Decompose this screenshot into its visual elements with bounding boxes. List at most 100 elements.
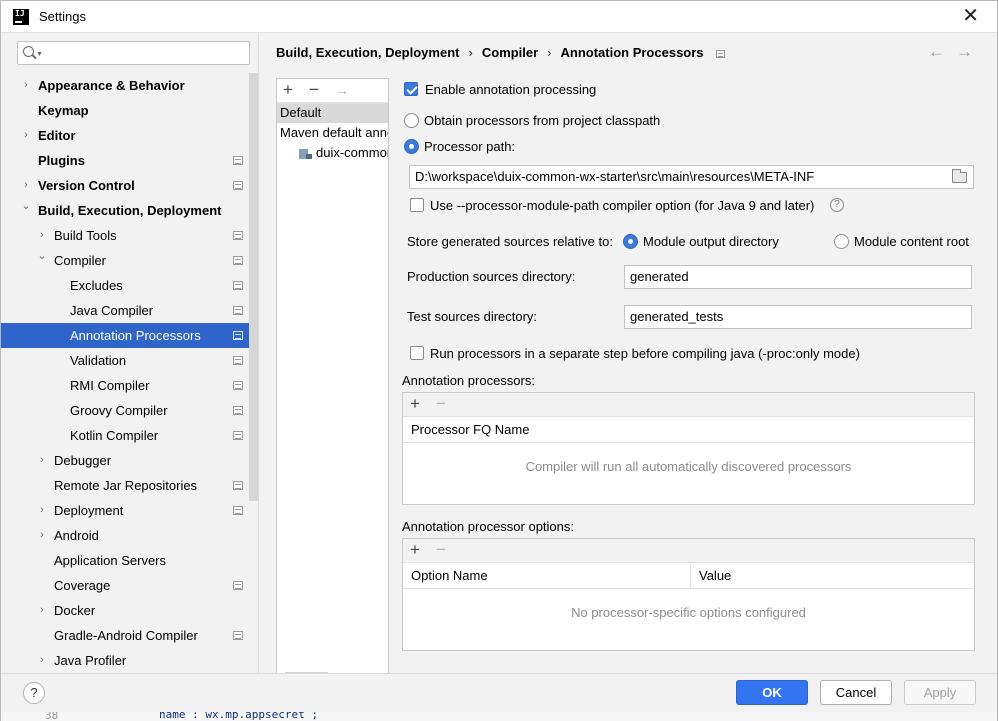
search-history-dropdown-icon[interactable]: ▼ <box>36 51 43 58</box>
sidebar-item[interactable]: Remote Jar Repositories <box>1 473 258 498</box>
help-button[interactable]: ? <box>23 682 45 704</box>
remove-processor-button[interactable]: − <box>436 394 446 414</box>
value-column[interactable]: Value <box>690 563 731 589</box>
sidebar-item-label: Editor <box>38 128 76 143</box>
project-scope-icon <box>233 281 243 290</box>
chevron-right-icon[interactable]: › <box>21 73 31 98</box>
move-profile-button[interactable]: → <box>335 80 349 100</box>
test-sources-input[interactable]: generated_tests <box>624 305 972 329</box>
annotation-processors-table: + − Processor FQ Name Compiler will run … <box>402 392 975 505</box>
profile-module-item[interactable]: duix-common-wx-starter <box>277 143 388 163</box>
dialog-button-bar: ? OK Cancel Apply <box>1 673 997 712</box>
profile-item-default[interactable]: Default <box>277 103 388 123</box>
folder-browse-icon[interactable] <box>952 169 967 183</box>
sidebar-item-label: Groovy Compiler <box>70 403 168 418</box>
breadcrumb: Build, Execution, Deployment › Compiler › An… <box>276 45 725 60</box>
sidebar-item[interactable]: Coverage <box>1 573 258 598</box>
sidebar-item[interactable]: Plugins <box>1 148 258 173</box>
processor-path-field[interactable]: D:\workspace\duix-common-wx-starter\src\… <box>409 165 974 189</box>
sidebar-item[interactable]: › Appearance & Behavior <box>1 73 258 98</box>
sidebar-item[interactable]: Groovy Compiler <box>1 398 258 423</box>
obtain-from-classpath-radio[interactable] <box>404 113 419 128</box>
test-sources-value: generated_tests <box>630 309 724 324</box>
add-option-button[interactable]: + <box>410 540 420 560</box>
project-scope-icon <box>233 256 243 265</box>
processor-module-path-label: Use --processor-module-path compiler opt… <box>430 198 815 213</box>
chevron-down-icon[interactable]: ⌄ <box>21 194 31 219</box>
background-editor-peek: 38 name : wx.mp.appsecret ; <box>1 712 997 721</box>
forward-arrow-icon[interactable]: → <box>956 42 973 62</box>
sidebar-item-label: Deployment <box>54 503 124 518</box>
sidebar-item-label: Version Control <box>38 178 135 193</box>
module-content-root-radio[interactable] <box>834 234 849 249</box>
project-scope-icon <box>233 631 243 640</box>
remove-option-button[interactable]: − <box>436 540 446 560</box>
sidebar-item-label: Remote Jar Repositories <box>54 478 198 493</box>
processors-empty-text: Compiler will run all automatically disc… <box>525 459 852 474</box>
chevron-right-icon[interactable]: › <box>21 123 31 148</box>
profile-label: Maven default annotation processors prof… <box>280 125 388 140</box>
settings-sidebar: ▼ › Appearance & Behavior Keymap › Editor Plu… <box>1 33 259 673</box>
sidebar-item[interactable]: Application Servers <box>1 548 258 573</box>
sidebar-item[interactable]: › Docker <box>1 598 258 623</box>
project-scope-icon <box>233 431 243 440</box>
sidebar-item[interactable]: Gradle-Android Compiler <box>1 623 258 648</box>
chevron-right-icon[interactable]: › <box>37 448 47 473</box>
chevron-right-icon[interactable]: › <box>37 598 47 623</box>
sidebar-item[interactable]: Validation <box>1 348 258 373</box>
cancel-button[interactable]: Cancel <box>820 680 892 705</box>
processor-path-radio[interactable] <box>404 139 419 154</box>
sidebar-item[interactable]: › Android <box>1 523 258 548</box>
sidebar-item-label: Coverage <box>54 578 111 593</box>
sidebar-item[interactable]: › Debugger <box>1 448 258 473</box>
processor-fq-name-column[interactable]: Processor FQ Name <box>403 417 529 443</box>
sidebar-item[interactable]: ⌄ Compiler <box>1 248 258 273</box>
production-sources-input[interactable]: generated <box>624 265 972 289</box>
option-name-column[interactable]: Option Name <box>403 563 690 589</box>
sidebar-item[interactable]: › Deployment <box>1 498 258 523</box>
sidebar-item-label: Build Tools <box>54 228 117 243</box>
sidebar-scrollbar[interactable] <box>249 73 258 501</box>
chevron-right-icon[interactable]: › <box>37 648 47 673</box>
sidebar-item-label: Debugger <box>54 453 112 468</box>
remove-profile-button[interactable]: − <box>309 80 319 100</box>
separate-step-label: Run processors in a separate step before… <box>430 346 860 361</box>
window-title: Settings <box>39 9 86 24</box>
sidebar-item[interactable]: Annotation Processors <box>1 323 258 348</box>
settings-search-input[interactable]: ▼ <box>17 41 250 65</box>
module-output-directory-radio[interactable] <box>623 234 638 249</box>
project-scope-icon <box>233 481 243 490</box>
obtain-from-classpath-label: Obtain processors from project classpath <box>424 113 661 128</box>
breadcrumb-item: Build, Execution, Deployment <box>276 45 460 60</box>
chevron-right-icon[interactable]: › <box>37 523 47 548</box>
sidebar-item[interactable]: › Java Profiler <box>1 648 258 673</box>
processor-module-path-checkbox[interactable] <box>410 198 424 212</box>
sidebar-item[interactable]: RMI Compiler <box>1 373 258 398</box>
profile-item-maven-default[interactable]: Maven default annotation processors prof… <box>277 123 388 143</box>
project-scope-icon <box>233 406 243 415</box>
ok-button[interactable]: OK <box>736 680 808 705</box>
sidebar-item[interactable]: Excludes <box>1 273 258 298</box>
sidebar-item[interactable]: ⌄ Build, Execution, Deployment <box>1 198 258 223</box>
sidebar-item[interactable]: Kotlin Compiler <box>1 423 258 448</box>
add-processor-button[interactable]: + <box>410 394 420 414</box>
chevron-down-icon[interactable]: ⌄ <box>37 244 47 269</box>
module-content-root-label: Module content root <box>854 234 969 249</box>
help-circle-icon[interactable]: ? <box>830 198 844 212</box>
back-arrow-icon[interactable]: ← <box>928 42 945 62</box>
sidebar-item[interactable]: › Version Control <box>1 173 258 198</box>
apply-button[interactable]: Apply <box>904 680 976 705</box>
sidebar-item-label: Docker <box>54 603 96 618</box>
sidebar-item-label: Compiler <box>54 253 107 268</box>
separate-step-checkbox[interactable] <box>410 346 424 360</box>
sidebar-item[interactable]: Java Compiler <box>1 298 258 323</box>
enable-annotation-processing-checkbox[interactable] <box>404 82 418 96</box>
add-profile-button[interactable]: + <box>283 80 293 100</box>
sidebar-item[interactable]: Keymap <box>1 98 258 123</box>
chevron-right-icon[interactable]: › <box>37 498 47 523</box>
sidebar-item-label: Validation <box>70 353 127 368</box>
sidebar-item[interactable]: › Editor <box>1 123 258 148</box>
breadcrumb-item: Compiler <box>481 45 539 60</box>
close-icon[interactable]: ✕ <box>962 5 979 27</box>
profile-label: Default <box>280 105 322 120</box>
